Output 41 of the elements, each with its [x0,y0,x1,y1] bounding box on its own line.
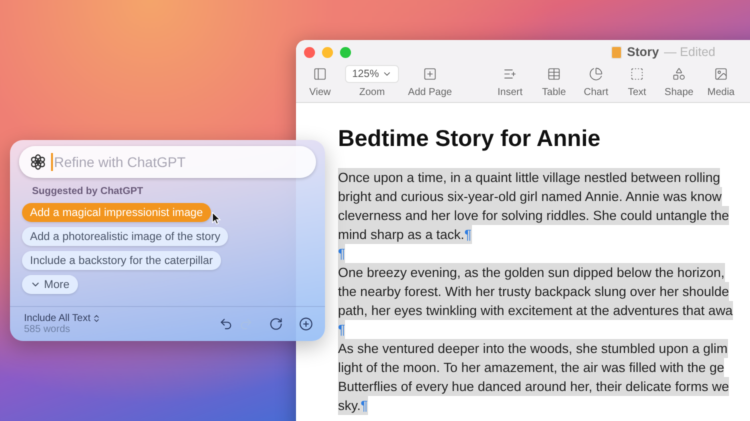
toolbar-button[interactable]: View [304,64,336,98]
word-count: 585 words [24,324,72,335]
add-page-icon [423,67,437,81]
toolbar-button[interactable]: Insert [488,64,532,98]
document-icon [611,46,622,58]
undo-icon [219,317,233,331]
close-button[interactable] [304,46,315,58]
add-button[interactable] [299,317,313,331]
minimize-button[interactable] [322,46,333,58]
toolbar-button[interactable]: Shape [658,64,700,98]
shapes-icon [672,67,686,81]
refresh-icon [269,317,283,331]
refine-field[interactable]: Refine with ChatGPT [19,146,316,178]
add-icon [299,317,313,331]
toolbar-button[interactable]: Text [616,64,658,98]
list-icon [503,67,517,81]
suggestion-chip[interactable]: Include a backstory for the caterpillar [22,251,221,270]
image-icon [714,67,728,81]
refresh-button[interactable] [269,317,283,331]
table-icon [547,67,561,81]
undo-button[interactable] [219,317,233,331]
toolbar-button[interactable]: Table [532,64,576,98]
maximize-button[interactable] [340,46,351,58]
refine-input[interactable]: Refine with ChatGPT [51,153,306,171]
toolbar-button[interactable]: 125% Zoom [336,64,408,98]
logo-icon [29,153,47,171]
more-button[interactable]: More [22,275,78,294]
pointer-cursor-icon [212,212,221,225]
window-title: Story [627,45,659,59]
pie-chart-icon [589,67,603,81]
scope-selector[interactable]: Include All Text [24,313,101,324]
toolbar-button[interactable]: Chart [576,64,616,98]
edited-status: — Edited [664,45,716,59]
sidebar-icon [313,67,327,81]
suggestion-chip[interactable]: Add a photorealistic image of the story [22,227,228,246]
toolbar-button[interactable]: Add Page [408,64,452,98]
document-heading: Bedtime Story for Annie [338,125,602,152]
text-box-icon [630,67,644,81]
up-down-icon [92,314,101,323]
section-label: Suggested by ChatGPT [32,186,144,197]
toolbar-button[interactable]: Media [700,64,742,98]
